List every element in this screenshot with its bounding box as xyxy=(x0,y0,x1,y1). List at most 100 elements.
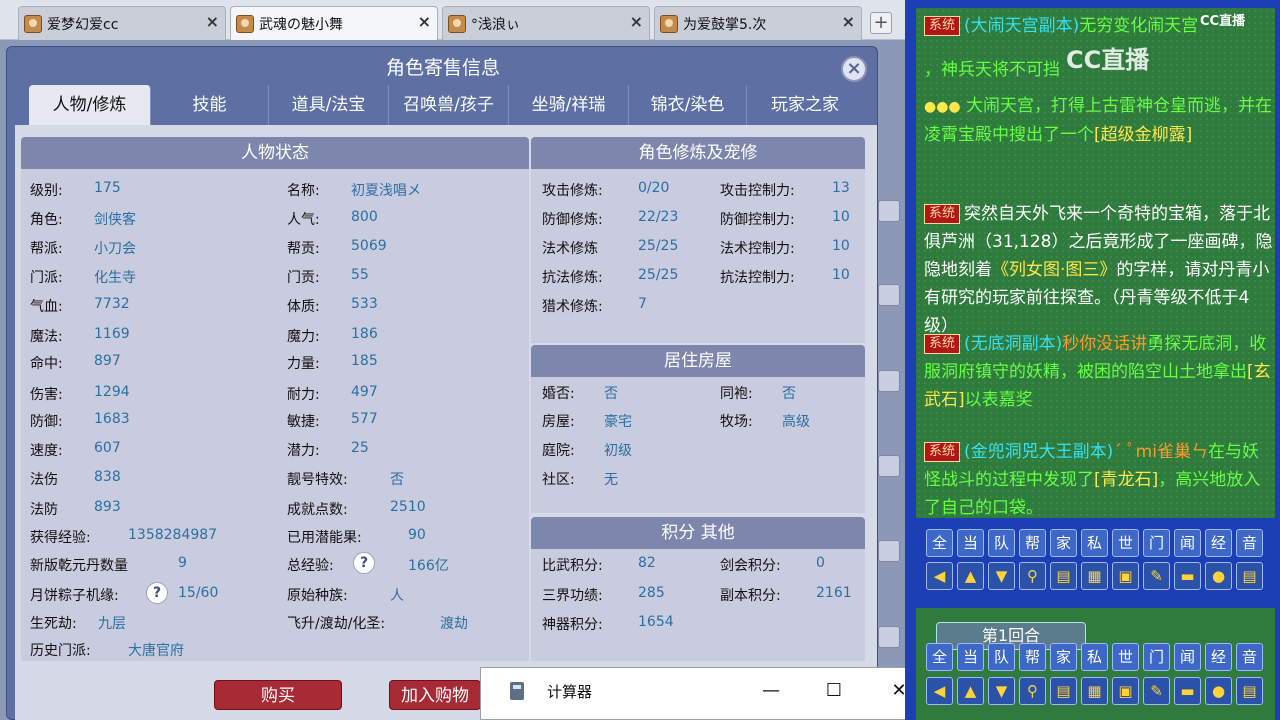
add-to-cart-button[interactable]: 加入购物 xyxy=(389,680,481,710)
cart-icon[interactable] xyxy=(878,200,900,222)
arrow-down-icon[interactable]: ▼ xyxy=(988,562,1015,590)
buy-button[interactable]: 购买 xyxy=(214,680,342,710)
chat-message: 系统 (金兜洞兕大王副本)ˊ ﾟmi雀巢ㄣ在与妖怪战斗的过程中发现了[青龙石]，高… xyxy=(924,438,1274,518)
channel-guild-button[interactable]: 帮 xyxy=(1019,643,1046,671)
speech-icon[interactable]: ● xyxy=(1205,677,1232,705)
folder-icon[interactable]: ▬ xyxy=(1174,562,1201,590)
folder-icon[interactable]: ▬ xyxy=(1174,677,1201,705)
stat-label: 新版乾元丹数量 xyxy=(30,558,128,574)
browser-tab-4[interactable]: 为爱鼓掌5.次 × xyxy=(654,6,862,40)
stat-label: 门派: xyxy=(30,270,63,286)
channel-team-button[interactable]: 队 xyxy=(988,643,1015,671)
tab-outfits[interactable]: 锦衣/染色 xyxy=(629,85,747,125)
stream-logo: CC直播 xyxy=(1200,14,1246,29)
stat-label: 防御修炼: xyxy=(542,212,603,228)
note-icon[interactable]: ▤ xyxy=(1050,562,1077,590)
minimize-button[interactable]: — xyxy=(756,678,786,704)
stat-label: 法伤 xyxy=(30,472,58,488)
note-icon[interactable]: ▤ xyxy=(1050,677,1077,705)
channel-voice-button[interactable]: 音 xyxy=(1236,529,1263,557)
channel-news-button[interactable]: 闻 xyxy=(1174,643,1201,671)
channel-private-button[interactable]: 私 xyxy=(1081,529,1108,557)
stat-label: 魔法: xyxy=(30,329,63,345)
channel-current-button[interactable]: 当 xyxy=(957,529,984,557)
stat-label: 法防 xyxy=(30,502,58,518)
channel-classic-button[interactable]: 经 xyxy=(1205,643,1232,671)
grid-icon[interactable]: ▦ xyxy=(1081,562,1108,590)
stat-label: 命中: xyxy=(30,356,63,372)
tab-mounts[interactable]: 坐骑/祥瑞 xyxy=(509,85,629,125)
arrow-up-icon[interactable]: ▲ xyxy=(957,677,984,705)
arrow-left-icon[interactable]: ◀ xyxy=(926,562,953,590)
browser-tab-2[interactable]: 武魂の魅小舞 × xyxy=(230,6,438,41)
help-icon[interactable]: ? xyxy=(353,552,375,574)
arrow-left-icon[interactable]: ◀ xyxy=(926,677,953,705)
channel-world-button[interactable]: 世 xyxy=(1112,529,1139,557)
search-icon[interactable]: ⚲ xyxy=(1019,562,1046,590)
stat-value: 2510 xyxy=(390,499,426,515)
channel-current-button[interactable]: 当 xyxy=(957,643,984,671)
message-item: 《列女图·图三》 xyxy=(992,260,1117,280)
points-row: 神器积分: 1654 xyxy=(542,614,862,642)
cart-icon[interactable] xyxy=(878,540,900,562)
cart-icon[interactable] xyxy=(878,626,900,648)
browser-tab-3[interactable]: °浅浪ぃ × xyxy=(442,6,650,40)
stat-value: 否 xyxy=(782,386,796,402)
broom-icon[interactable]: ✎ xyxy=(1143,562,1170,590)
channel-team-button[interactable]: 队 xyxy=(988,529,1015,557)
tab-skills[interactable]: 技能 xyxy=(151,85,269,125)
channel-guild-button[interactable]: 帮 xyxy=(1019,529,1046,557)
channel-voice-button[interactable]: 音 xyxy=(1236,643,1263,671)
stat-label: 潜力: xyxy=(287,443,320,459)
channel-all-button[interactable]: 全 xyxy=(926,529,953,557)
channel-family-button[interactable]: 家 xyxy=(1050,529,1077,557)
chat-tool-row: ◀ ▲ ▼ ⚲ ▤ ▦ ▣ ✎ ▬ ● ▤ xyxy=(926,677,1276,707)
tab-pets[interactable]: 召唤兽/孩子 xyxy=(389,85,509,125)
stat-value: 1169 xyxy=(94,326,130,342)
channel-sect-button[interactable]: 门 xyxy=(1143,529,1170,557)
close-icon[interactable]: × xyxy=(630,12,643,31)
channel-classic-button[interactable]: 经 xyxy=(1205,529,1232,557)
new-tab-button[interactable]: + xyxy=(870,12,892,34)
close-icon[interactable]: × xyxy=(842,12,855,31)
cart-icon[interactable] xyxy=(878,370,900,392)
lock-icon[interactable]: ▣ xyxy=(1112,677,1139,705)
stat-value: 22/23 xyxy=(638,209,679,225)
section-title-house: 居住房屋 xyxy=(531,345,865,377)
search-icon[interactable]: ⚲ xyxy=(1019,677,1046,705)
settings-icon[interactable]: ▤ xyxy=(1236,677,1263,705)
calculator-window[interactable]: 计算器 — ☐ ✕ xyxy=(480,667,932,720)
stat-label: 庭院: xyxy=(542,443,575,459)
cart-icon[interactable] xyxy=(878,455,900,477)
broom-icon[interactable]: ✎ xyxy=(1143,677,1170,705)
close-icon[interactable]: × xyxy=(841,56,867,82)
help-icon[interactable]: ? xyxy=(146,582,168,604)
arrow-down-icon[interactable]: ▼ xyxy=(988,677,1015,705)
tab-character[interactable]: 人物/修炼 xyxy=(29,85,151,125)
stat-label: 帮派: xyxy=(30,241,63,257)
channel-family-button[interactable]: 家 xyxy=(1050,643,1077,671)
system-tag: 系统 xyxy=(924,334,961,354)
settings-icon[interactable]: ▤ xyxy=(1236,562,1263,590)
stat-label: 体质: xyxy=(287,299,320,315)
stat-value: 初夏浅唱メ xyxy=(351,183,421,199)
tab-player-home[interactable]: 玩家之家 xyxy=(747,85,863,125)
channel-private-button[interactable]: 私 xyxy=(1081,643,1108,671)
dialog-title: 角色寄售信息 xyxy=(385,57,500,79)
speech-icon[interactable]: ● xyxy=(1205,562,1232,590)
lock-icon[interactable]: ▣ xyxy=(1112,562,1139,590)
cart-icon[interactable] xyxy=(878,284,900,306)
browser-tab-1[interactable]: 爱梦幻爱cc × xyxy=(18,6,226,40)
close-icon[interactable]: × xyxy=(418,12,431,31)
maximize-button[interactable]: ☐ xyxy=(819,678,849,704)
stat-label: 帮贡: xyxy=(287,241,320,257)
channel-sect-button[interactable]: 门 xyxy=(1143,643,1170,671)
arrow-up-icon[interactable]: ▲ xyxy=(957,562,984,590)
channel-news-button[interactable]: 闻 xyxy=(1174,529,1201,557)
close-icon[interactable]: × xyxy=(206,12,219,31)
tab-items[interactable]: 道具/法宝 xyxy=(269,85,389,125)
grid-icon[interactable]: ▦ xyxy=(1081,677,1108,705)
channel-world-button[interactable]: 世 xyxy=(1112,643,1139,671)
stat-value: 800 xyxy=(351,209,378,225)
channel-all-button[interactable]: 全 xyxy=(926,643,953,671)
